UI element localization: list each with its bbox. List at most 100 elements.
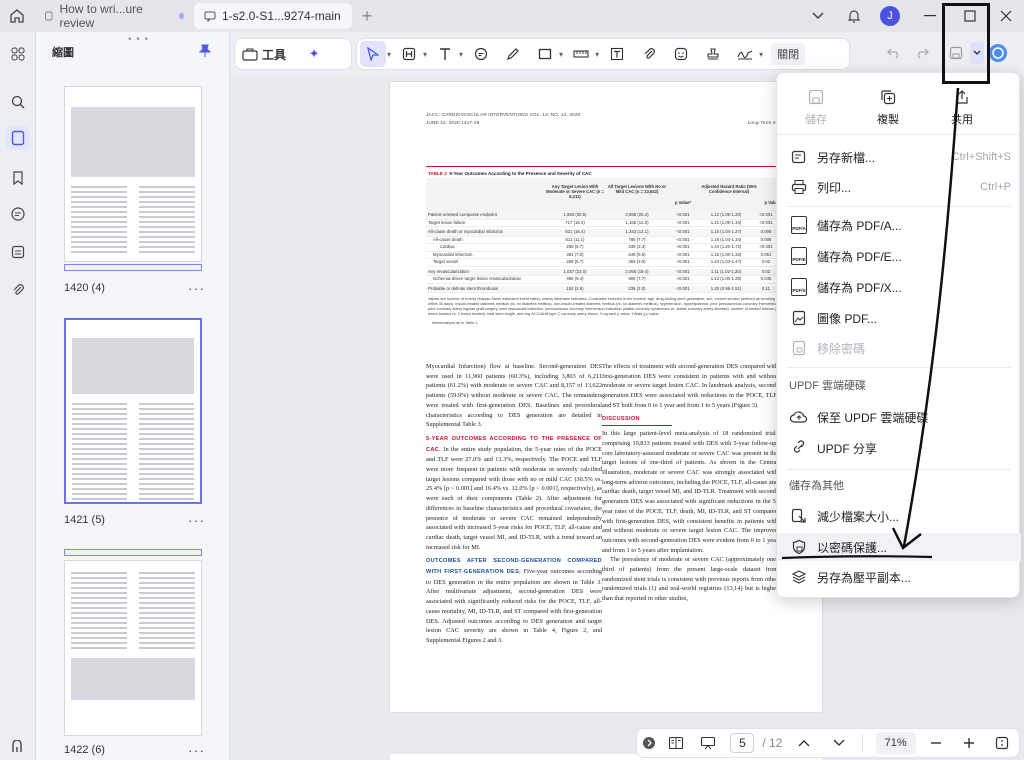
close-window-button[interactable]: [988, 0, 1024, 32]
chevron-right-icon: [642, 737, 655, 749]
thumbnail-more-button[interactable]: ···: [188, 512, 205, 528]
redo-icon[interactable]: [908, 39, 936, 67]
link-icon: [789, 438, 809, 458]
zoom-level[interactable]: 71%: [875, 732, 916, 754]
text-tool-button[interactable]: [432, 41, 458, 67]
table-cell: 1.21 (1.09-1.34): [710, 219, 742, 225]
textbox-tool-button[interactable]: [604, 41, 630, 67]
table-cell: <0.001: [676, 229, 690, 234]
menu-protect-password[interactable]: 以密碼保護...: [777, 533, 1021, 561]
panel-grip[interactable]: • • •: [128, 34, 149, 45]
chevron-down-icon[interactable]: ▾: [595, 50, 599, 59]
page-thumbnail-1421[interactable]: [64, 318, 202, 504]
menu-save-to-cloud[interactable]: 保至 UPDF 雲端硬碟: [777, 403, 1021, 431]
page-thumbnail-1420[interactable]: [64, 86, 202, 262]
chevron-down-icon[interactable]: ▾: [559, 50, 563, 59]
ai-sparkle-icon[interactable]: ✦: [301, 41, 327, 67]
plus-icon: [964, 738, 975, 748]
attachment-list-icon[interactable]: [6, 240, 30, 264]
measure-tool-button[interactable]: [568, 41, 594, 67]
table-cell: <0.001: [676, 285, 690, 291]
table-title: TABLE 2 5-Year Outcomes According to the…: [428, 171, 592, 176]
shape-tool-button[interactable]: [532, 41, 558, 67]
chevron-down-icon[interactable]: [800, 0, 836, 32]
table-cell: <0.001: [676, 268, 690, 274]
table-cell: Probable or definite stent thrombosis: [428, 285, 498, 291]
comment-list-icon[interactable]: [6, 202, 30, 226]
pencil-tool-button[interactable]: [500, 41, 526, 67]
page-navigation-bar: 5 / 12 71%: [636, 728, 1020, 758]
next-page-button[interactable]: [824, 730, 854, 756]
menu-duplicate-button[interactable]: 複製: [863, 89, 913, 127]
chevron-down-icon[interactable]: ▾: [459, 50, 463, 59]
thumbnail-more-button[interactable]: ···: [188, 280, 205, 296]
left-tool-rail: [0, 32, 36, 760]
fit-page-button[interactable]: [985, 730, 1019, 756]
shortcut: Ctrl+P: [980, 181, 1011, 193]
presentation-button[interactable]: [691, 730, 725, 756]
table-cell: 1,593 (30.5): [563, 212, 587, 217]
home-button[interactable]: [0, 0, 34, 32]
chevron-down-icon[interactable]: ▾: [423, 50, 427, 59]
table-cell: <0.001: [759, 212, 773, 217]
table-cell: 0.02: [761, 259, 771, 264]
close-tools-button[interactable]: 關閉: [771, 43, 806, 65]
reading-mode-button[interactable]: [661, 730, 691, 756]
tools-label: 工具: [262, 47, 287, 62]
menu-remove-password[interactable]: 移除密碼: [777, 334, 1021, 362]
slideshow-icon: [700, 736, 715, 750]
menu-print[interactable]: 列印... Ctrl+P: [777, 173, 1021, 201]
paperclip-icon[interactable]: [6, 278, 30, 302]
undo-icon[interactable]: [880, 39, 908, 67]
menu-save-as-new[interactable]: 另存新檔... Ctrl+Shift+S: [777, 143, 1021, 171]
menu-image-pdf[interactable]: 圖像 PDF...: [777, 304, 1021, 332]
signature-tool-button[interactable]: [732, 41, 758, 67]
table-body: Patient-oriented composite endpoint 1,593…: [426, 212, 786, 293]
table-cell: All-cause death: [433, 236, 463, 242]
table-cell: 1.44 (1.20-1.72): [710, 244, 742, 249]
pin-icon[interactable]: [198, 44, 212, 61]
bell-icon[interactable]: [836, 0, 872, 32]
menu-save-pdfx[interactable]: PDF/X 儲存為 PDF/X...: [777, 273, 1021, 301]
updf-logo-icon[interactable]: [0, 734, 36, 760]
menu-flatten-copy[interactable]: 另存為壓平副本...: [777, 563, 1021, 591]
menu-save-pdfe[interactable]: PDF/E 儲存為 PDF/E...: [777, 242, 1021, 270]
menu-updf-share[interactable]: UPDF 分享: [777, 434, 1021, 462]
printer-icon: [789, 177, 809, 197]
menu-save-pdfa[interactable]: PDF/A 儲存為 PDF/A...: [777, 211, 1021, 239]
page-number-input[interactable]: 5: [730, 733, 755, 753]
note-tool-button[interactable]: [468, 41, 494, 67]
previous-page-button[interactable]: [784, 730, 824, 756]
menu-reduce-size[interactable]: 減少檔案大小...: [777, 502, 1021, 530]
zoom-in-button[interactable]: [953, 730, 985, 756]
table-cell: 1,037 (22.0): [563, 268, 587, 274]
chevron-down-icon[interactable]: ▾: [387, 50, 391, 59]
chevron-down-icon[interactable]: ▾: [759, 50, 763, 59]
tools-button[interactable]: 工具: [238, 41, 290, 67]
page-highlight-bar: [64, 264, 202, 271]
stamp-tool-button[interactable]: [700, 41, 726, 67]
add-tab-button[interactable]: +: [352, 6, 382, 27]
shortcut: Ctrl+Shift+S: [951, 151, 1011, 163]
bookmark-icon[interactable]: [6, 166, 30, 190]
book-open-icon: [668, 736, 683, 750]
pdf-page[interactable]: JACC: CARDIOVASCULAR INTERVENTIONS VOL. …: [390, 82, 822, 712]
thumbnail-more-button[interactable]: ···: [188, 742, 205, 758]
menu-share-button[interactable]: 共用: [937, 89, 987, 127]
sticker-icon: [674, 47, 688, 61]
table-cell: 339 (3.3): [628, 244, 646, 249]
user-avatar[interactable]: J: [872, 0, 908, 32]
attach-tool-button[interactable]: [636, 41, 662, 67]
tab-how-to-write[interactable]: How to wri...ure review: [34, 2, 194, 30]
zoom-out-button[interactable]: [920, 730, 954, 756]
grid-icon[interactable]: [6, 42, 30, 66]
thumbnail-panel-icon[interactable]: [6, 126, 30, 150]
search-icon[interactable]: [6, 90, 30, 114]
menu-save-button[interactable]: 儲存: [791, 89, 841, 127]
collapse-bar-button[interactable]: [637, 730, 661, 756]
highlight-tool-button[interactable]: [396, 41, 422, 67]
sticker-tool-button[interactable]: [668, 41, 694, 67]
tab-main-pdf[interactable]: 1-s2.0-S1...9274-main: [194, 3, 352, 29]
page-thumbnail-1422[interactable]: [64, 560, 202, 736]
select-tool-button[interactable]: [360, 41, 386, 67]
